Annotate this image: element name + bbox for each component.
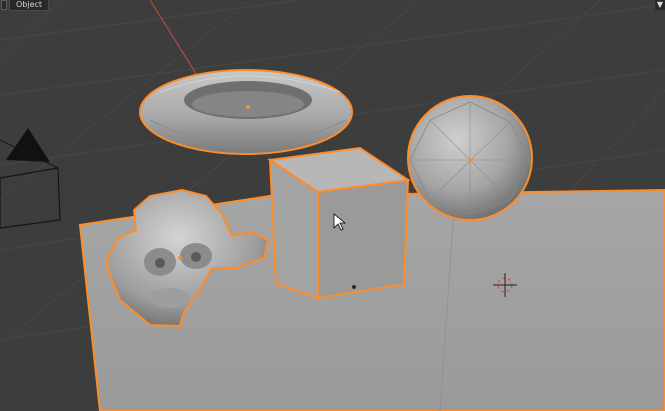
widget-icon[interactable]: ▼: [655, 0, 665, 10]
x-axis-line: [149, 0, 201, 81]
torus-object[interactable]: [139, 69, 353, 155]
scene-canvas[interactable]: [0, 0, 665, 411]
mode-selector[interactable]: Object: [1, 0, 50, 11]
object-mode-icon[interactable]: [1, 0, 7, 10]
3d-viewport[interactable]: Object ▼: [0, 0, 665, 411]
mode-dropdown[interactable]: Object: [9, 0, 50, 11]
icosphere-object[interactable]: [407, 95, 533, 221]
camera-icon[interactable]: [0, 128, 61, 229]
